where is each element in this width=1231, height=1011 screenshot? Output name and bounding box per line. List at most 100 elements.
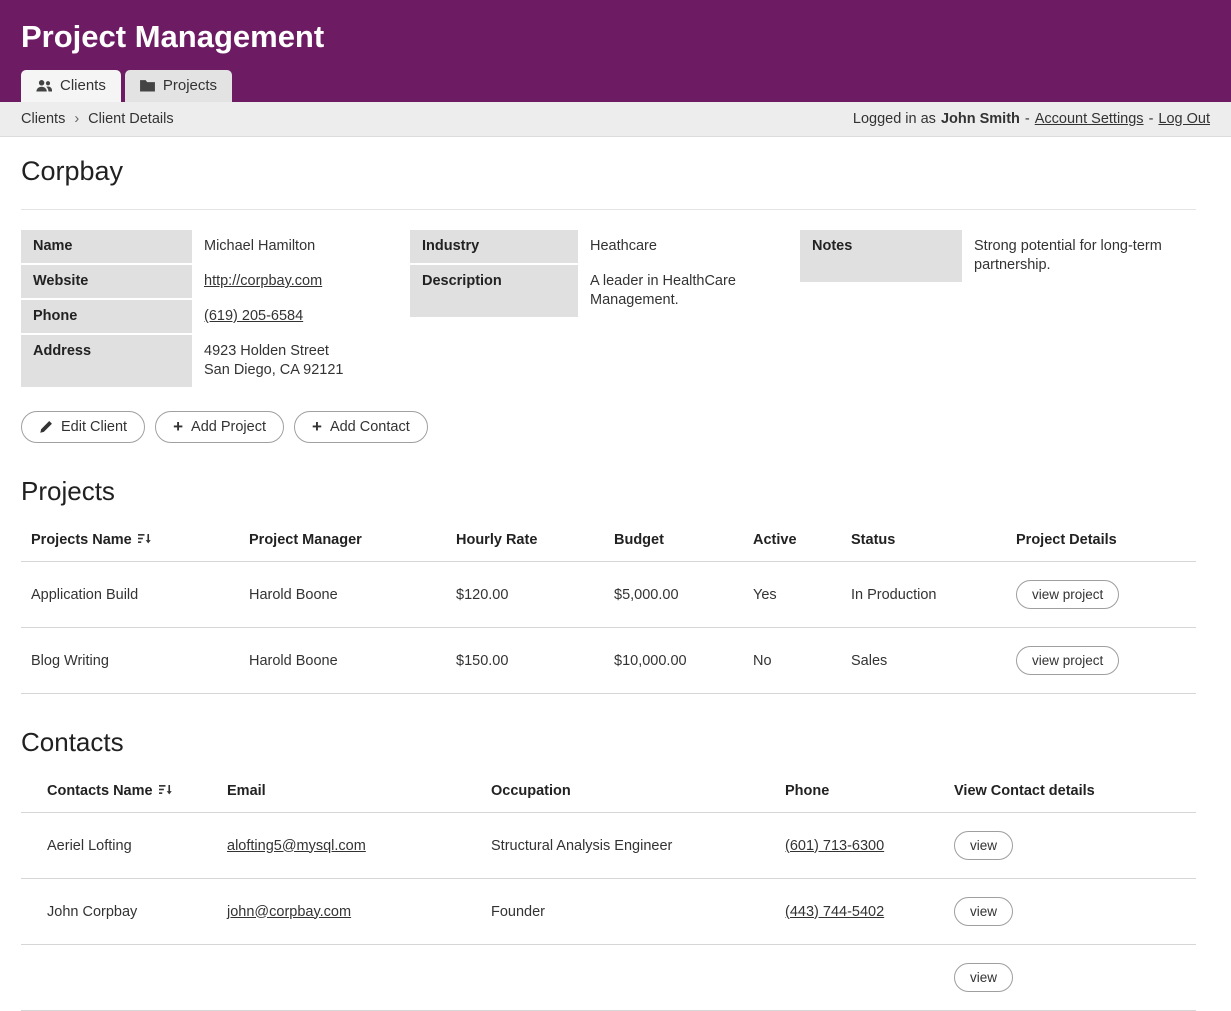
logged-in-label: Logged in as bbox=[853, 111, 936, 127]
phone-link[interactable]: (619) 205-6584 bbox=[204, 308, 303, 324]
contact-occupation bbox=[481, 945, 775, 1011]
sort-icon bbox=[159, 783, 172, 796]
contacts-col-occupation: Occupation bbox=[481, 770, 775, 813]
contacts-col-name[interactable]: Contacts Name bbox=[21, 770, 217, 813]
edit-client-button[interactable]: Edit Client bbox=[21, 411, 145, 443]
view-project-button[interactable]: view project bbox=[1016, 646, 1119, 675]
projects-col-manager: Project Manager bbox=[239, 519, 446, 562]
industry-value: Heathcare bbox=[578, 230, 787, 263]
client-details-left: Name Michael Hamilton Website http://cor… bbox=[21, 230, 397, 387]
contact-name bbox=[21, 945, 217, 1011]
contact-phone-cell: (601) 713-6300 bbox=[775, 813, 944, 879]
project-budget: $10,000.00 bbox=[604, 628, 743, 694]
breadcrumb-separator: › bbox=[74, 111, 79, 127]
tab-label: Clients bbox=[60, 77, 106, 94]
project-name: Application Build bbox=[21, 562, 239, 628]
breadcrumb-client-details: Client Details bbox=[88, 111, 173, 127]
project-manager: Harold Boone bbox=[239, 562, 446, 628]
contact-email-link[interactable]: alofting5@mysql.com bbox=[227, 838, 366, 854]
projects-header-row: Projects Name Project Manager Hourly Rat… bbox=[21, 519, 1196, 562]
contacts-col-view: View Contact details bbox=[944, 770, 1196, 813]
contact-view-cell: view bbox=[944, 813, 1196, 879]
button-label: Edit Client bbox=[61, 419, 127, 435]
address-value: 4923 Holden Street San Diego, CA 92121 bbox=[192, 335, 397, 387]
project-name: Blog Writing bbox=[21, 628, 239, 694]
description-value: A leader in HealthCare Management. bbox=[578, 265, 787, 317]
website-label: Website bbox=[21, 265, 192, 298]
project-budget: $5,000.00 bbox=[604, 562, 743, 628]
contact-phone-link[interactable]: (443) 744-5402 bbox=[785, 904, 884, 920]
main-content: Corpbay Name Michael Hamilton Website ht… bbox=[0, 137, 1231, 1011]
contact-email-cell: alofting5@mysql.com bbox=[217, 813, 481, 879]
column-label: Project Manager bbox=[249, 532, 362, 548]
contact-email-link[interactable]: john@corpbay.com bbox=[227, 904, 351, 920]
project-hourly-rate: $120.00 bbox=[446, 562, 604, 628]
tab-clients[interactable]: Clients bbox=[21, 70, 121, 102]
website-value: http://corpbay.com bbox=[192, 265, 397, 298]
contact-name: John Corpbay bbox=[21, 879, 217, 945]
contact-phone-link[interactable]: (601) 713-6300 bbox=[785, 838, 884, 854]
client-actions: Edit Client + Add Project + Add Contact bbox=[21, 411, 1196, 443]
add-project-button[interactable]: + Add Project bbox=[155, 411, 284, 443]
contact-occupation: Founder bbox=[481, 879, 775, 945]
address-line-2: San Diego, CA 92121 bbox=[204, 361, 385, 380]
view-contact-button[interactable]: view bbox=[954, 963, 1013, 992]
project-active: No bbox=[743, 628, 841, 694]
project-status: In Production bbox=[841, 562, 1006, 628]
plus-icon: + bbox=[312, 420, 322, 434]
industry-label: Industry bbox=[410, 230, 578, 263]
tab-projects[interactable]: Projects bbox=[125, 70, 232, 102]
column-label: Contacts Name bbox=[47, 783, 153, 799]
contacts-col-email: Email bbox=[217, 770, 481, 813]
description-label: Description bbox=[410, 265, 578, 317]
contacts-heading: Contacts bbox=[21, 726, 1196, 758]
client-details: Name Michael Hamilton Website http://cor… bbox=[21, 230, 1196, 387]
view-contact-button[interactable]: view bbox=[954, 831, 1013, 860]
tab-label: Projects bbox=[163, 77, 217, 94]
app-title: Project Management bbox=[0, 12, 1231, 70]
sort-icon bbox=[138, 532, 151, 545]
contact-phone-cell bbox=[775, 945, 944, 1011]
projects-col-status: Status bbox=[841, 519, 1006, 562]
add-contact-button[interactable]: + Add Contact bbox=[294, 411, 428, 443]
view-contact-button[interactable]: view bbox=[954, 897, 1013, 926]
phone-label: Phone bbox=[21, 300, 192, 333]
contact-email-cell bbox=[217, 945, 481, 1011]
phone-value: (619) 205-6584 bbox=[192, 300, 397, 333]
button-label: Add Project bbox=[191, 419, 266, 435]
session-dash: - bbox=[1149, 111, 1154, 127]
button-label: Add Contact bbox=[330, 419, 410, 435]
projects-col-name[interactable]: Projects Name bbox=[21, 519, 239, 562]
view-project-button[interactable]: view project bbox=[1016, 580, 1119, 609]
page: Project Management Clients bbox=[0, 0, 1231, 1011]
breadcrumb-clients[interactable]: Clients bbox=[21, 111, 65, 127]
column-label: Occupation bbox=[491, 783, 571, 799]
project-details-cell: view project bbox=[1006, 562, 1196, 628]
project-manager: Harold Boone bbox=[239, 628, 446, 694]
contacts-table: Contacts Name Email Occupation Phone Vie… bbox=[21, 770, 1196, 1011]
contact-row: Aeriel Lofting alofting5@mysql.com Struc… bbox=[21, 813, 1196, 879]
column-label: Projects Name bbox=[31, 532, 132, 548]
client-details-right: Notes Strong potential for long-term par… bbox=[800, 230, 1196, 387]
column-label: Project Details bbox=[1016, 532, 1117, 548]
breadcrumb: Clients › Client Details bbox=[21, 111, 174, 127]
address-label: Address bbox=[21, 335, 192, 387]
project-row: Application Build Harold Boone $120.00 $… bbox=[21, 562, 1196, 628]
log-out-link[interactable]: Log Out bbox=[1158, 111, 1210, 127]
contact-occupation: Structural Analysis Engineer bbox=[481, 813, 775, 879]
website-link[interactable]: http://corpbay.com bbox=[204, 273, 322, 289]
account-settings-link[interactable]: Account Settings bbox=[1035, 111, 1144, 127]
main-tabs: Clients Projects bbox=[0, 70, 1231, 102]
folder-icon bbox=[140, 79, 155, 92]
session-info: Logged in as John Smith - Account Settin… bbox=[853, 111, 1210, 127]
column-label: View Contact details bbox=[954, 783, 1095, 799]
projects-heading: Projects bbox=[21, 475, 1196, 507]
project-status: Sales bbox=[841, 628, 1006, 694]
contact-phone-cell: (443) 744-5402 bbox=[775, 879, 944, 945]
session-dash: - bbox=[1025, 111, 1030, 127]
topbar: Clients › Client Details Logged in as Jo… bbox=[0, 102, 1231, 137]
pencil-icon bbox=[39, 420, 53, 434]
client-name-heading: Corpbay bbox=[21, 155, 1196, 187]
contact-name: Aeriel Lofting bbox=[21, 813, 217, 879]
column-label: Budget bbox=[614, 532, 664, 548]
